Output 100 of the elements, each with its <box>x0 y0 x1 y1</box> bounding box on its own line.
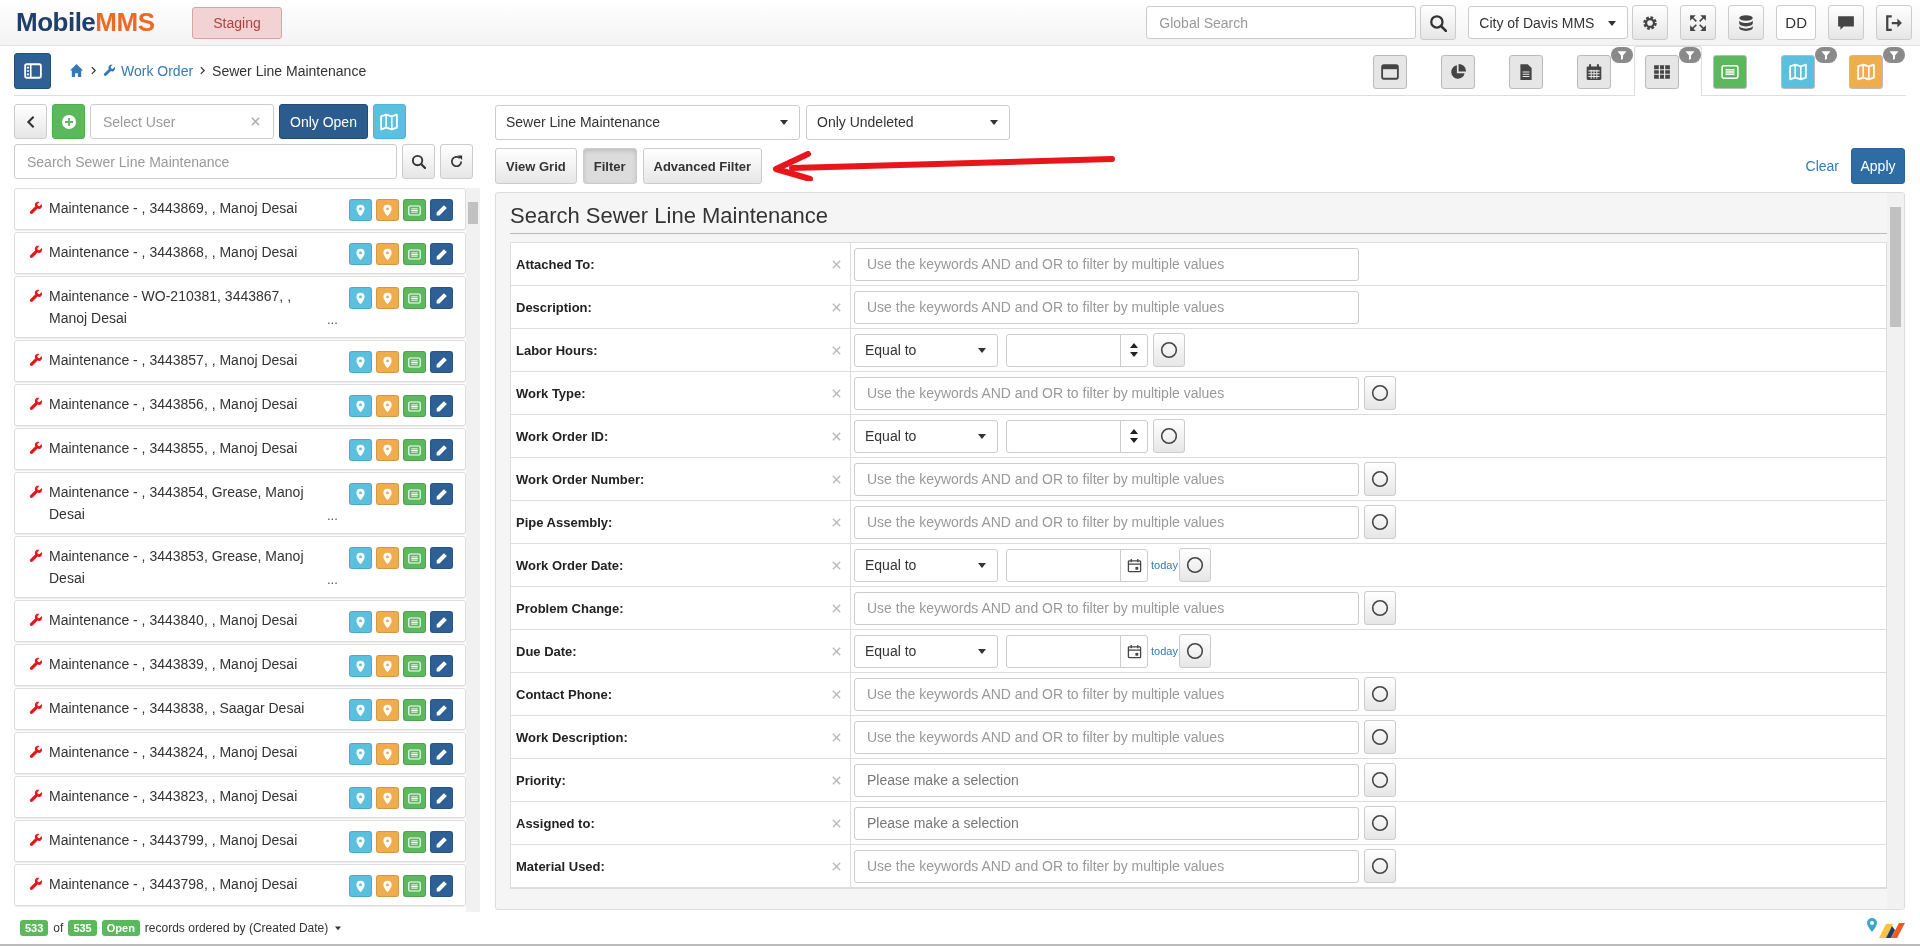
select-field[interactable]: Please make a selection <box>854 806 1359 840</box>
user-select-dropdown[interactable]: Select User <box>90 104 274 139</box>
edit-button[interactable] <box>430 199 453 221</box>
chat-button[interactable] <box>1828 5 1864 40</box>
list-item[interactable]: Maintenance - , 3443839, , Manoj Desai <box>14 644 466 686</box>
clear-icon[interactable] <box>831 344 842 356</box>
map-button[interactable] <box>372 104 406 139</box>
toggle-button[interactable] <box>1364 376 1396 410</box>
location-button[interactable] <box>376 199 399 221</box>
location-button[interactable] <box>376 787 399 809</box>
filter-input[interactable]: Use the keywords AND and OR to filter by multiple values <box>854 849 1359 883</box>
number-field[interactable] <box>1006 419 1148 453</box>
location-button[interactable] <box>349 699 372 721</box>
breadcrumb-link[interactable]: Work Order <box>121 62 194 79</box>
location-button[interactable] <box>376 287 399 309</box>
layer-dropdown[interactable]: Sewer Line Maintenance <box>495 104 800 140</box>
only-open-toggle[interactable]: Only Open <box>279 104 368 139</box>
list-item[interactable]: Maintenance - , 3443855, , Manoj Desai <box>14 428 466 470</box>
list-item[interactable]: Maintenance - , 3443799, , Manoj Desai <box>14 820 466 862</box>
edit-button[interactable] <box>430 547 453 569</box>
location-button[interactable] <box>376 743 399 765</box>
location-button[interactable] <box>376 699 399 721</box>
location-button[interactable] <box>349 787 372 809</box>
clear-icon[interactable] <box>831 516 842 528</box>
edit-button[interactable] <box>430 287 453 309</box>
toggle-button[interactable] <box>1364 677 1396 711</box>
edit-button[interactable] <box>430 395 453 417</box>
select-field[interactable]: Please make a selection <box>854 763 1359 797</box>
logout-button[interactable] <box>1876 5 1912 40</box>
toggle-button[interactable] <box>1364 763 1396 797</box>
global-search-field[interactable]: Global Search <box>1146 6 1417 39</box>
list-item[interactable]: Maintenance - , 3443798, , Manoj Desai <box>14 864 466 906</box>
search-field[interactable]: Search Sewer Line Maintenance <box>14 144 397 179</box>
filter-input[interactable]: Use the keywords AND and OR to filter by multiple values <box>854 247 1359 281</box>
toggle-button[interactable] <box>1364 591 1396 625</box>
location-button[interactable] <box>376 655 399 677</box>
number-field[interactable] <box>1006 333 1148 367</box>
filter-tab[interactable]: View Grid <box>495 148 577 184</box>
view-button[interactable] <box>1373 54 1407 89</box>
list-item[interactable]: Maintenance - , 3443853, Grease, Manoj Desai ... <box>14 536 466 598</box>
edit-button[interactable] <box>430 787 453 809</box>
clear-icon[interactable] <box>831 817 842 829</box>
location-button[interactable] <box>376 395 399 417</box>
toggle-button[interactable] <box>1178 634 1211 668</box>
deleted-filter-dropdown[interactable]: Only Undeleted <box>806 104 1010 140</box>
user-select-field[interactable]: Select User <box>103 113 244 130</box>
today-link[interactable]: today <box>1151 559 1178 571</box>
list-item[interactable]: Maintenance - , 3443869, , Manoj Desai <box>14 188 466 230</box>
clear-icon[interactable] <box>831 731 842 743</box>
location-button[interactable] <box>376 483 399 505</box>
toggle-button[interactable] <box>1153 419 1185 453</box>
operator-dropdown[interactable]: Equal to <box>854 419 998 453</box>
organization-dropdown[interactable]: City of Davis MMS <box>1468 6 1629 39</box>
location-button[interactable] <box>376 351 399 373</box>
location-button[interactable] <box>349 351 372 373</box>
view-button[interactable] <box>1441 54 1475 89</box>
settings-button[interactable] <box>1632 5 1669 40</box>
ordering-dropdown[interactable]: records ordered by (Created Date) <box>144 921 343 935</box>
clear-icon[interactable] <box>831 387 842 399</box>
list-item[interactable]: Maintenance - , 3443868, , Manoj Desai <box>14 232 466 274</box>
edit-button[interactable] <box>430 439 453 461</box>
toggle-button[interactable] <box>1364 462 1396 496</box>
list-item[interactable]: Maintenance - , 3443854, Grease, Manoj Desai ... <box>14 472 466 534</box>
toggle-button[interactable] <box>1178 548 1211 582</box>
list-item[interactable]: Maintenance - , 3443823, , Manoj Desai <box>14 776 466 818</box>
location-button[interactable] <box>349 243 372 265</box>
filter-input[interactable]: Use the keywords AND and OR to filter by multiple values <box>854 720 1359 754</box>
location-button[interactable] <box>349 743 372 765</box>
location-button[interactable] <box>349 287 372 309</box>
view-tab[interactable] <box>1634 45 1702 96</box>
clear-icon[interactable] <box>831 645 842 657</box>
filter-input[interactable]: Use the keywords AND and OR to filter by multiple values <box>854 677 1359 711</box>
search-button[interactable] <box>1420 5 1457 40</box>
clear-icon[interactable] <box>831 602 842 614</box>
list-item[interactable]: Maintenance - , 3443857, , Manoj Desai <box>14 340 466 382</box>
clear-icon[interactable] <box>831 860 842 872</box>
scrollbar[interactable] <box>466 188 480 912</box>
view-button[interactable] <box>1509 54 1543 89</box>
filter-tab[interactable]: Advanced Filter <box>642 148 763 184</box>
edit-button[interactable] <box>430 351 453 373</box>
user-button[interactable]: DD <box>1776 5 1816 40</box>
sidebar-toggle-button[interactable] <box>14 52 51 89</box>
edit-button[interactable] <box>430 243 453 265</box>
location-button[interactable] <box>376 439 399 461</box>
fullscreen-button[interactable] <box>1680 5 1717 40</box>
view-button[interactable] <box>1577 54 1611 89</box>
apply-button[interactable]: Apply <box>1851 148 1905 184</box>
location-button[interactable] <box>349 611 372 633</box>
location-button[interactable] <box>349 831 372 853</box>
toggle-button[interactable] <box>1364 849 1396 883</box>
edit-button[interactable] <box>430 875 453 897</box>
add-button[interactable] <box>52 104 85 139</box>
date-field[interactable] <box>1006 634 1148 668</box>
clear-icon[interactable] <box>831 559 842 571</box>
edit-button[interactable] <box>430 483 453 505</box>
location-button[interactable] <box>349 199 372 221</box>
clear-icon[interactable] <box>831 301 842 313</box>
clear-icon[interactable] <box>831 430 842 442</box>
refresh-button[interactable] <box>440 144 473 179</box>
location-button[interactable] <box>376 243 399 265</box>
